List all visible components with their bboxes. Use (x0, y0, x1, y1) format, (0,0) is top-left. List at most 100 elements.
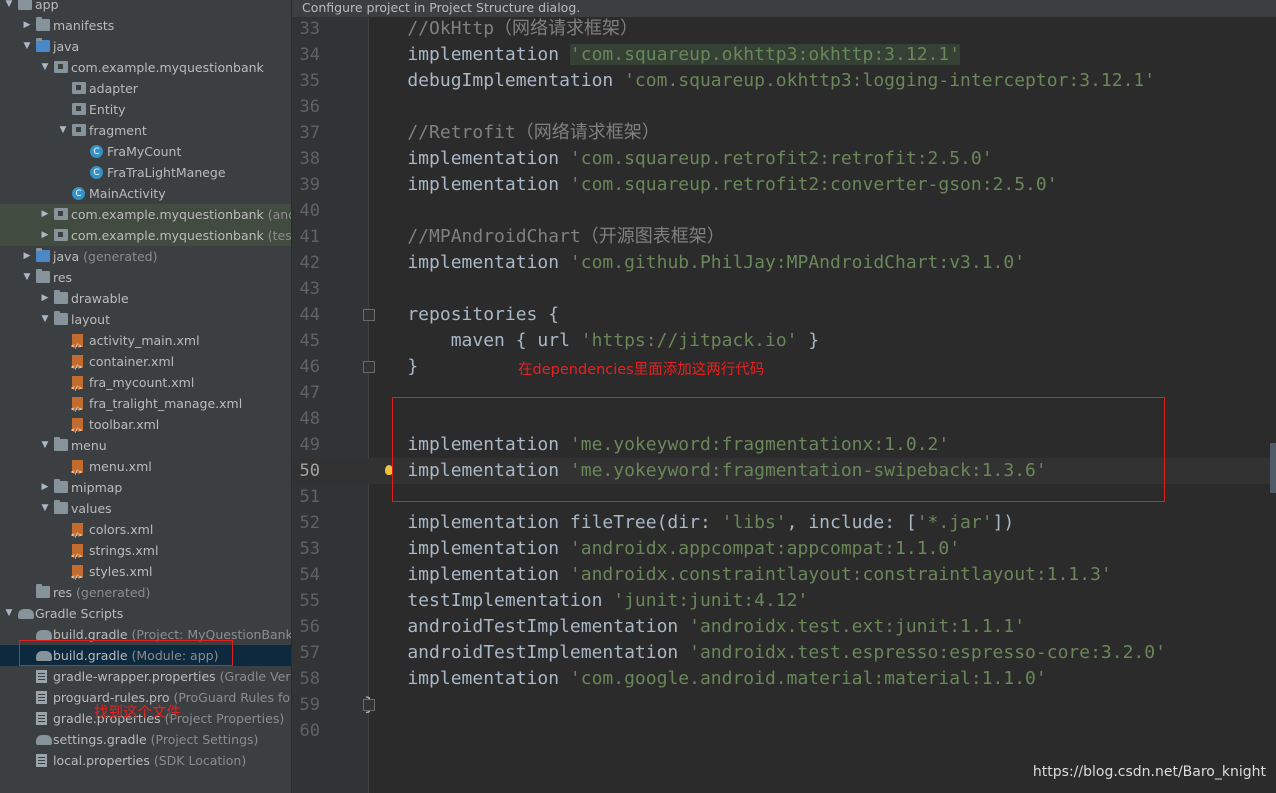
tree-item-fra-mycount-xml[interactable]: fra_mycount.xml (0, 372, 291, 399)
code-line[interactable]: 35 debugImplementation 'com.squareup.okh… (292, 68, 1276, 94)
tree-item-framycount[interactable]: FraMyCount (0, 141, 291, 163)
code-line[interactable]: 60 (292, 718, 1276, 744)
code-text[interactable]: androidTestImplementation 'androidx.test… (364, 640, 1166, 666)
tree-item-java-generated[interactable]: ▶ java (generated) (0, 246, 291, 267)
code-line[interactable]: 43 (292, 276, 1276, 302)
tree-item-gradle-scripts[interactable]: ▼ Gradle Scripts (0, 603, 291, 624)
gradle-banner[interactable]: Configure project in Project Structure d… (292, 0, 1276, 17)
code-line[interactable]: 53 implementation 'androidx.appcompat:ap… (292, 536, 1276, 562)
code-line[interactable]: 44 repositories { (292, 302, 1276, 328)
tree-item-styles-xml[interactable]: styles.xml (0, 561, 291, 588)
code-text[interactable]: implementation fileTree(dir: 'libs', inc… (364, 510, 1014, 536)
fold-marker-icon[interactable] (363, 699, 375, 711)
tree-item-hint: (generated) (79, 249, 158, 264)
code-text[interactable]: //MPAndroidChart（开源图表框架） (364, 224, 724, 250)
chevron-right-icon[interactable]: ▶ (22, 15, 32, 36)
tree-item-drawable[interactable]: ▶ drawable (0, 288, 291, 309)
code-line[interactable]: 39 implementation 'com.squareup.retrofit… (292, 172, 1276, 198)
tree-item-label: MainActivity (89, 186, 166, 201)
chevron-down-icon[interactable]: ▼ (58, 120, 68, 141)
code-text[interactable]: implementation 'com.squareup.retrofit2:r… (364, 146, 992, 172)
fold-marker-icon[interactable] (363, 309, 375, 321)
tree-item-manifests[interactable]: ▶ manifests (0, 15, 291, 36)
chevron-right-icon[interactable]: ▶ (40, 225, 50, 246)
tree-item-toolbar-xml[interactable]: toolbar.xml (0, 414, 291, 441)
code-line[interactable]: 33 //OkHttp（网络请求框架） (292, 16, 1276, 42)
fold-marker-icon[interactable] (363, 361, 375, 373)
tree-item-layout[interactable]: ▼ layout (0, 309, 291, 330)
code-line[interactable]: 37 //Retrofit（网络请求框架） (292, 120, 1276, 146)
code-text[interactable]: //Retrofit（网络请求框架） (364, 120, 659, 146)
code-line[interactable]: 46 } (292, 354, 1276, 380)
chevron-right-icon[interactable]: ▶ (40, 204, 50, 225)
tree-item-settings-gradle[interactable]: settings.gradle (Project Settings) (0, 729, 291, 750)
code-line[interactable]: 41 //MPAndroidChart（开源图表框架） (292, 224, 1276, 250)
code-text[interactable]: androidTestImplementation 'androidx.test… (364, 614, 1025, 640)
code-line[interactable]: 52 implementation fileTree(dir: 'libs', … (292, 510, 1276, 536)
tree-item-label: adapter (89, 81, 138, 96)
chevron-down-icon[interactable]: ▼ (40, 57, 50, 78)
code-text[interactable]: //OkHttp（网络请求框架） (364, 16, 638, 42)
tree-item-local-properties[interactable]: local.properties (SDK Location) (0, 750, 291, 771)
code-line[interactable]: 40 (292, 198, 1276, 224)
code-line[interactable]: 34 implementation 'com.squareup.okhttp3:… (292, 42, 1276, 68)
chevron-down-icon[interactable]: ▼ (40, 498, 50, 519)
code-line[interactable]: 58 implementation 'com.google.android.ma… (292, 666, 1276, 692)
tree-item-fratralightmanege[interactable]: FraTraLightManege (0, 162, 291, 184)
tree-item-adapter[interactable]: adapter (0, 78, 291, 99)
code-line[interactable]: 42 implementation 'com.github.PhilJay:MP… (292, 250, 1276, 276)
chevron-right-icon[interactable]: ▶ (40, 288, 50, 309)
code-line[interactable]: 57 androidTestImplementation 'androidx.t… (292, 640, 1276, 666)
tree-item-menu-xml[interactable]: menu.xml (0, 456, 291, 483)
tree-item-app[interactable]: ▼ app (0, 0, 291, 15)
code-text[interactable]: debugImplementation 'com.squareup.okhttp… (364, 68, 1155, 94)
code-text[interactable]: repositories { (364, 302, 559, 328)
editor-scrollbar-marker[interactable] (1270, 443, 1276, 493)
code-text[interactable]: implementation 'androidx.constraintlayou… (364, 562, 1111, 588)
tree-item-values[interactable]: ▼ values (0, 498, 291, 519)
code-text[interactable]: implementation 'com.squareup.okhttp3:okh… (364, 42, 961, 68)
code-line[interactable]: 45 maven { url 'https://jitpack.io' } (292, 328, 1276, 354)
chevron-down-icon[interactable]: ▼ (4, 0, 14, 15)
tree-item-gradle-wrapper[interactable]: gradle-wrapper.properties (Gradle Versio (0, 666, 291, 687)
chevron-down-icon[interactable]: ▼ (4, 603, 14, 624)
tree-item-res-generated[interactable]: res (generated) (0, 582, 291, 603)
xml-icon (71, 355, 83, 378)
code-text[interactable]: implementation 'com.squareup.retrofit2:c… (364, 172, 1057, 198)
tree-item-entity[interactable]: Entity (0, 99, 291, 120)
chevron-down-icon[interactable]: ▼ (22, 267, 32, 288)
chevron-down-icon[interactable]: ▼ (22, 36, 32, 57)
tree-item-label: com.example.myquestionbank (andro (71, 204, 291, 225)
tree-item-colors-xml[interactable]: colors.xml (0, 519, 291, 546)
tree-item-package-android-test[interactable]: ▶ com.example.myquestionbank (andro (0, 204, 291, 225)
tree-item-container-xml[interactable]: container.xml (0, 351, 291, 378)
line-number: 50 (299, 461, 320, 481)
chevron-down-icon[interactable]: ▼ (40, 309, 50, 330)
code-text[interactable]: maven { url 'https://jitpack.io' } (364, 328, 820, 354)
tree-item-mipmap[interactable]: ▶ mipmap (0, 477, 291, 498)
code-text[interactable]: implementation 'com.github.PhilJay:MPAnd… (364, 250, 1025, 276)
tree-item-java[interactable]: ▼ java (0, 36, 291, 57)
tree-item-mainactivity[interactable]: MainActivity (0, 183, 291, 205)
chevron-down-icon[interactable]: ▼ (40, 435, 50, 456)
code-line[interactable]: 56 androidTestImplementation 'androidx.t… (292, 614, 1276, 640)
tree-item-fra-tralight-manage-xml[interactable]: fra_tralight_manage.xml (0, 393, 291, 420)
code-line[interactable]: 38 implementation 'com.squareup.retrofit… (292, 146, 1276, 172)
tree-item-package-test[interactable]: ▶ com.example.myquestionbank (test) (0, 225, 291, 246)
tree-item-package-main[interactable]: ▼ com.example.myquestionbank (0, 57, 291, 78)
code-line[interactable]: 55 testImplementation 'junit:junit:4.12' (292, 588, 1276, 614)
code-text[interactable]: implementation 'androidx.appcompat:appco… (364, 536, 960, 562)
code-text[interactable]: testImplementation 'junit:junit:4.12' (364, 588, 808, 614)
line-number: 38 (299, 149, 320, 169)
chevron-right-icon[interactable]: ▶ (40, 477, 50, 498)
tree-item-strings-xml[interactable]: strings.xml (0, 540, 291, 567)
tree-item-activity-main-xml[interactable]: activity_main.xml (0, 330, 291, 357)
tree-item-res[interactable]: ▼ res (0, 267, 291, 288)
code-line[interactable]: 36 (292, 94, 1276, 120)
chevron-right-icon[interactable]: ▶ (22, 246, 32, 267)
tree-item-menu[interactable]: ▼ menu (0, 435, 291, 456)
tree-item-fragment[interactable]: ▼ fragment (0, 120, 291, 141)
code-line[interactable]: 54 implementation 'androidx.constraintla… (292, 562, 1276, 588)
code-text[interactable]: implementation 'com.google.android.mater… (364, 666, 1046, 692)
code-line[interactable]: 59} (292, 692, 1276, 718)
